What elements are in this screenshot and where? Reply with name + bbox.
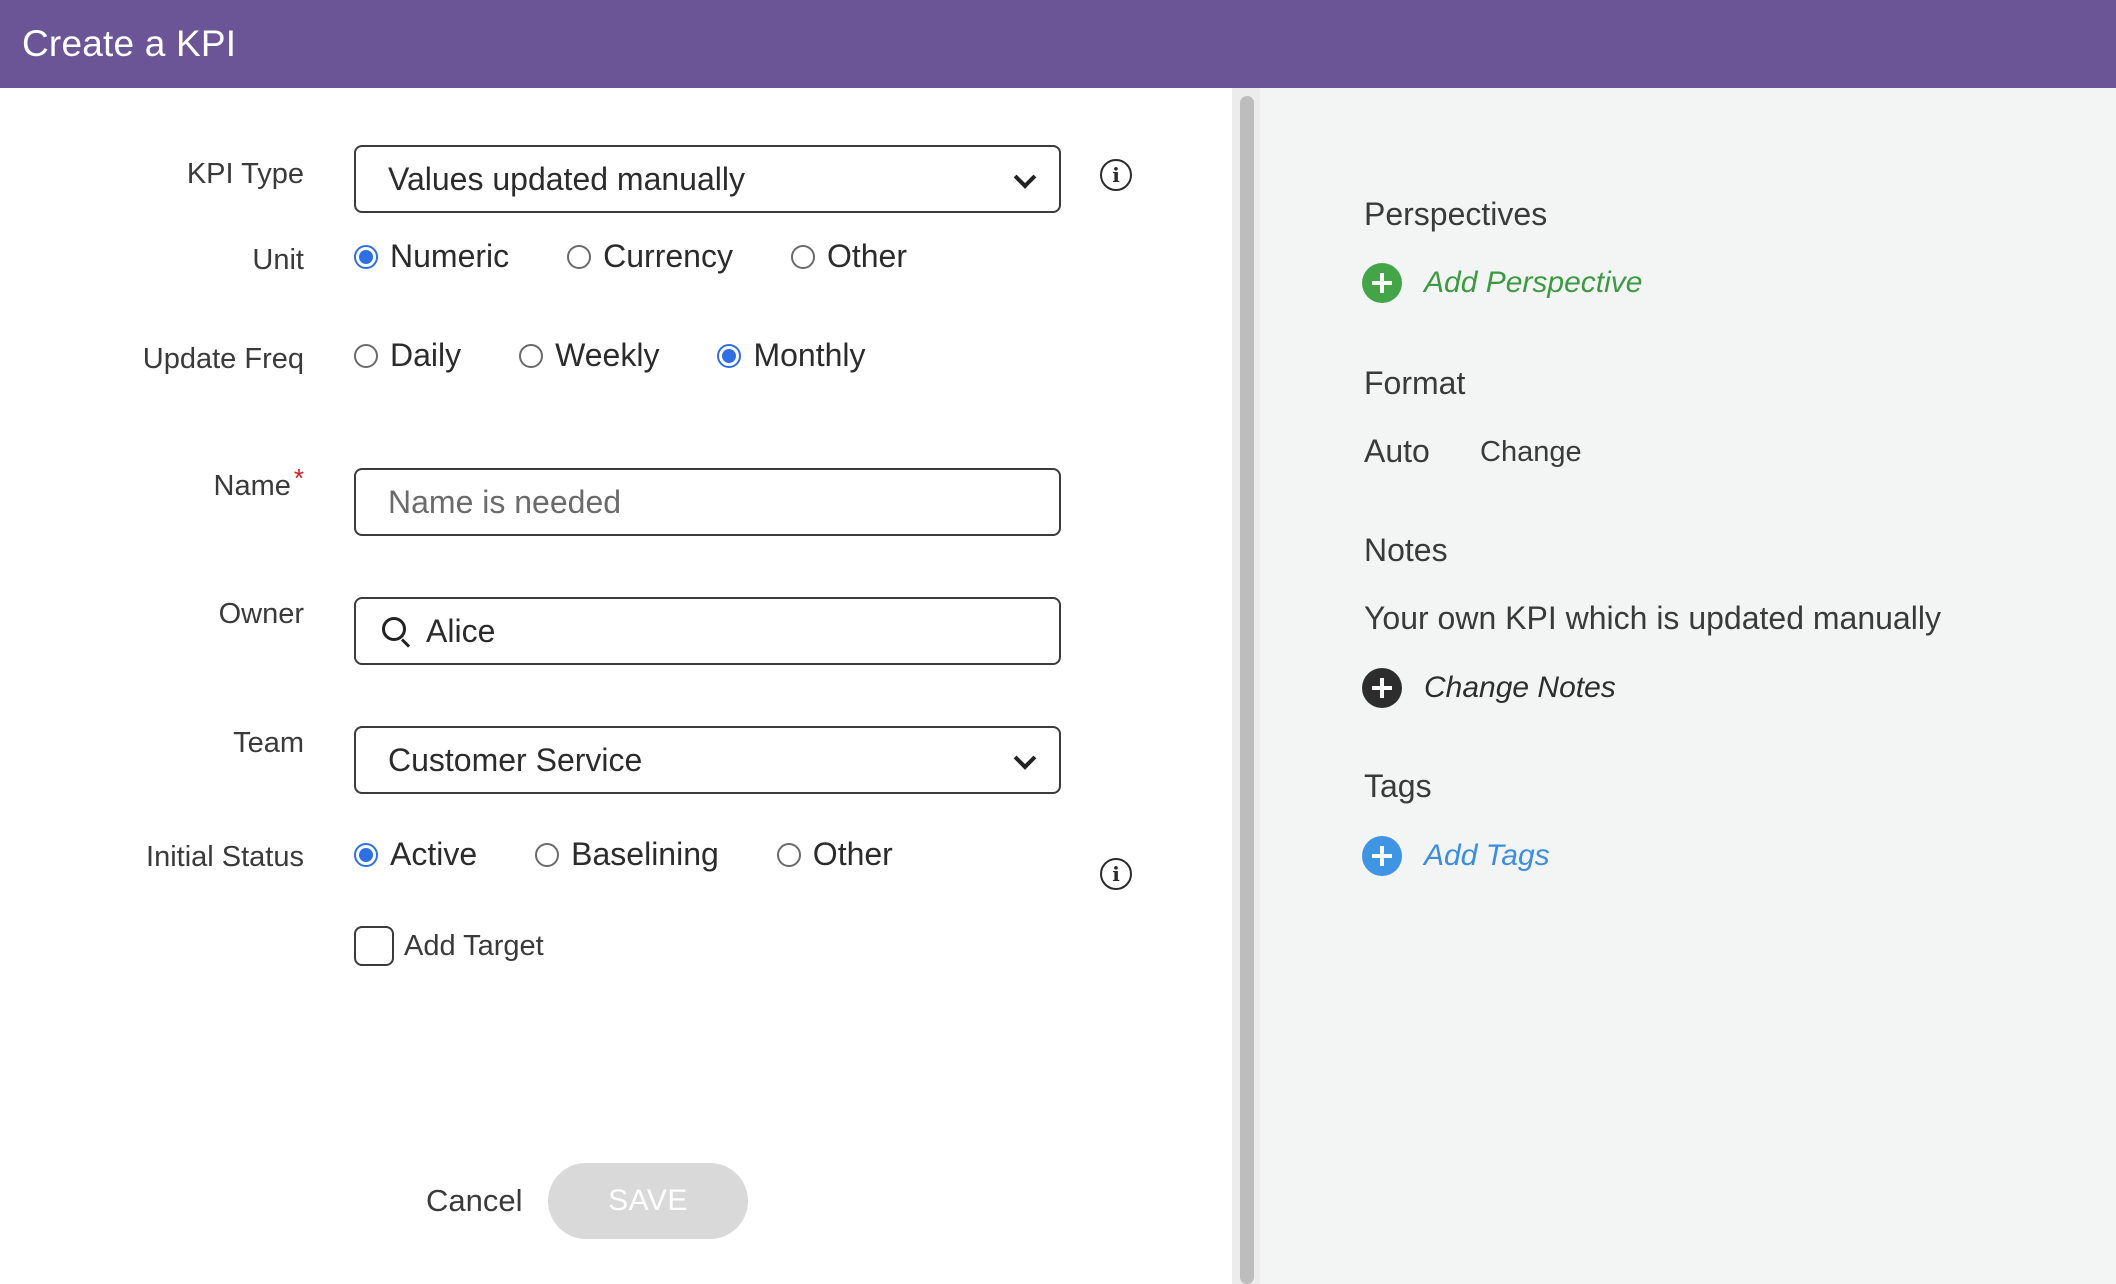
required-asterisk: * xyxy=(293,463,304,493)
search-icon xyxy=(380,615,412,648)
radio-unchecked-icon xyxy=(790,244,815,269)
change-notes-label: Change Notes xyxy=(1424,671,1616,704)
unit-label: Unit xyxy=(252,244,304,276)
radio-checked-icon xyxy=(354,842,378,867)
change-notes-button[interactable]: Change Notes xyxy=(1362,668,1616,708)
radio-unchecked-icon xyxy=(567,244,592,269)
initial-status-label: Initial Status xyxy=(146,841,304,873)
radio-unchecked-icon xyxy=(354,343,378,368)
add-target-label: Add Target xyxy=(404,929,544,962)
kpi-type-select[interactable]: Values updated manually xyxy=(354,145,1061,213)
radio-unchecked-icon xyxy=(776,842,801,867)
radio-unchecked-icon xyxy=(519,343,544,368)
update-freq-label: Update Freq xyxy=(142,343,304,375)
owner-value: Alice xyxy=(426,612,496,649)
owner-search-input[interactable]: Alice xyxy=(354,597,1061,665)
freq-radio-daily[interactable]: Daily xyxy=(354,337,461,374)
plus-circle-icon xyxy=(1362,668,1402,708)
add-perspective-button[interactable]: Add Perspective xyxy=(1362,263,1642,303)
plus-circle-icon xyxy=(1362,836,1402,876)
app-header: Create a KPI xyxy=(0,0,2116,88)
status-option-label: Active xyxy=(390,836,478,872)
add-target-checkbox-row[interactable]: Add Target xyxy=(354,926,544,966)
format-change-link[interactable]: Change xyxy=(1480,436,1582,469)
kpi-type-label: KPI Type xyxy=(186,158,304,190)
radio-unchecked-icon xyxy=(535,842,560,867)
team-value: Customer Service xyxy=(388,741,643,778)
unit-option-label: Currency xyxy=(603,238,733,274)
chevron-down-icon xyxy=(1013,166,1037,189)
status-radio-baselining[interactable]: Baselining xyxy=(535,836,719,873)
kpi-form: KPI Type Values updated manually i Unit … xyxy=(0,88,1232,1284)
freq-radio-weekly[interactable]: Weekly xyxy=(519,337,659,374)
unit-option-label: Other xyxy=(826,238,907,274)
scrollbar-thumb[interactable] xyxy=(1240,96,1254,1284)
unit-radio-group: Numeric Currency Other xyxy=(354,238,907,275)
radio-checked-icon xyxy=(354,244,378,269)
save-button[interactable]: SAVE xyxy=(548,1163,748,1239)
owner-label: Owner xyxy=(218,598,304,630)
unit-option-label: Numeric xyxy=(390,238,510,274)
format-title: Format xyxy=(1364,365,1466,401)
kpi-type-value: Values updated manually xyxy=(388,160,745,197)
perspectives-title: Perspectives xyxy=(1364,196,1548,232)
radio-checked-icon xyxy=(717,343,742,368)
team-label: Team xyxy=(233,727,304,759)
format-value: Auto xyxy=(1364,433,1430,469)
info-icon[interactable]: i xyxy=(1100,858,1132,890)
page-title: Create a KPI xyxy=(22,23,237,64)
notes-text: Your own KPI which is updated manually xyxy=(1364,600,1941,636)
freq-radio-monthly[interactable]: Monthly xyxy=(717,337,866,374)
chevron-down-icon xyxy=(1013,747,1037,770)
unit-radio-other[interactable]: Other xyxy=(790,238,907,275)
status-radio-other[interactable]: Other xyxy=(776,836,893,873)
info-icon[interactable]: i xyxy=(1100,159,1132,191)
add-tags-label: Add Tags xyxy=(1424,839,1550,872)
name-label-text: Name xyxy=(213,470,291,502)
cancel-button[interactable]: Cancel xyxy=(426,1183,523,1219)
unit-radio-currency[interactable]: Currency xyxy=(567,238,733,275)
unit-radio-numeric[interactable]: Numeric xyxy=(354,238,509,275)
status-radio-active[interactable]: Active xyxy=(354,836,477,873)
freq-option-label: Monthly xyxy=(753,337,866,373)
side-panel: Perspectives Add Perspective Format Auto… xyxy=(1260,88,2116,1284)
add-target-checkbox[interactable] xyxy=(354,926,394,966)
name-label: Name * xyxy=(0,463,304,503)
name-placeholder: Name is needed xyxy=(388,483,622,520)
tags-title: Tags xyxy=(1364,768,1432,804)
notes-title: Notes xyxy=(1364,532,1448,568)
freq-option-label: Weekly xyxy=(555,337,660,373)
team-select[interactable]: Customer Service xyxy=(354,726,1061,794)
add-tags-button[interactable]: Add Tags xyxy=(1362,836,1550,876)
name-input[interactable]: Name is needed xyxy=(354,468,1061,536)
freq-option-label: Daily xyxy=(390,337,462,373)
status-option-label: Other xyxy=(812,836,893,872)
initial-status-radio-group: Active Baselining Other xyxy=(354,836,893,873)
plus-circle-icon xyxy=(1362,263,1402,303)
update-freq-radio-group: Daily Weekly Monthly xyxy=(354,337,866,374)
add-perspective-label: Add Perspective xyxy=(1424,266,1643,299)
status-option-label: Baselining xyxy=(571,836,719,872)
